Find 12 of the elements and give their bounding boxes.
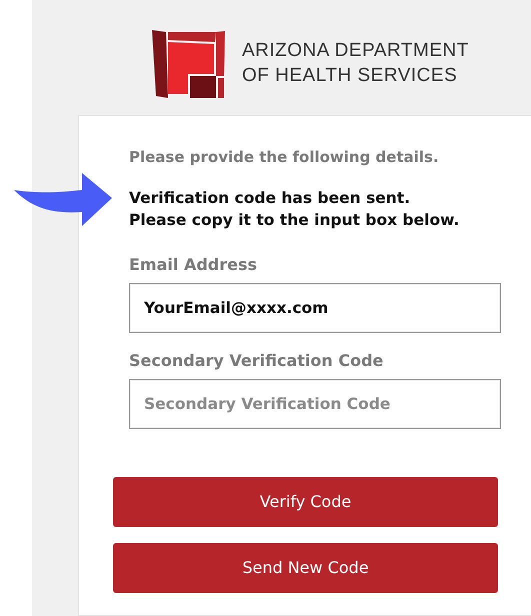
field-label: Secondary Verification Code (129, 350, 384, 372)
logo-text: ARIZONA DEPARTMENT (242, 38, 469, 62)
notice-text: Verification code has been sent. Please copy it to the input box below. (129, 188, 460, 230)
field-label: Email Address (129, 254, 258, 276)
arrow-icon (12, 172, 114, 228)
verify-button[interactable]: Verify Code (113, 476, 498, 526)
send-code-button[interactable]: Send New Code (113, 542, 498, 592)
input-field[interactable]: Secondary Verification Code (129, 378, 501, 428)
input-field[interactable]: YourEmail@xxxx.com (129, 282, 501, 332)
logo-text: OF HEALTH SERVICES (242, 64, 458, 88)
logo-icon (152, 28, 226, 98)
intro-text: Please provide the following details. (129, 147, 440, 168)
